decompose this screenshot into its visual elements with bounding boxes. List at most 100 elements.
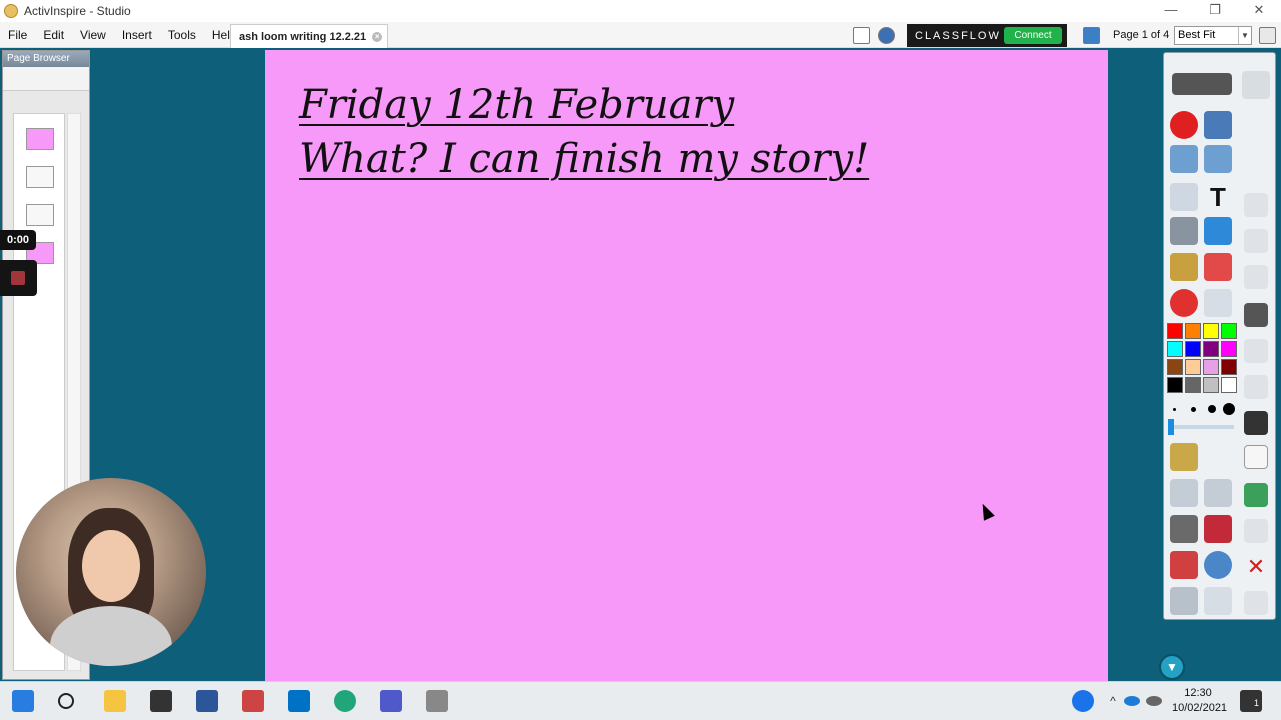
edit-mode-icon[interactable] xyxy=(1244,303,1268,327)
color-swatch[interactable] xyxy=(1167,341,1183,357)
redo-icon[interactable] xyxy=(1204,479,1232,507)
paint-icon[interactable] xyxy=(242,690,264,712)
color-swatch[interactable] xyxy=(1167,377,1183,393)
color-swatch[interactable] xyxy=(1203,341,1219,357)
magic-ink-icon[interactable] xyxy=(1204,289,1232,317)
page-thumbnail[interactable] xyxy=(26,204,54,226)
group-icon[interactable] xyxy=(1244,265,1268,289)
activinspire-menu-icon[interactable] xyxy=(1170,111,1198,139)
restore-button[interactable]: ❐ xyxy=(1193,0,1237,22)
pen-width-slider-handle[interactable] xyxy=(1168,419,1174,435)
chevron-down-icon[interactable]: ▼ xyxy=(1238,27,1251,44)
export-icon[interactable] xyxy=(1244,519,1268,543)
menu-edit[interactable]: Edit xyxy=(35,22,72,48)
page-thumbnail[interactable] xyxy=(26,166,54,188)
close-button[interactable]: ✕ xyxy=(1237,0,1281,22)
color-swatch[interactable] xyxy=(1203,377,1219,393)
file-explorer-icon[interactable] xyxy=(104,690,126,712)
save-icon[interactable] xyxy=(1244,411,1268,435)
pen-width-slider[interactable] xyxy=(1168,425,1234,429)
menu-file[interactable]: File xyxy=(0,22,35,48)
menu-insert[interactable]: Insert xyxy=(114,22,160,48)
pen-width-xlarge[interactable] xyxy=(1223,403,1235,415)
word-icon[interactable] xyxy=(196,690,218,712)
color-swatch[interactable] xyxy=(1167,323,1183,339)
color-swatch[interactable] xyxy=(1185,359,1201,375)
color-swatch[interactable] xyxy=(1221,359,1237,375)
pen-width-large[interactable] xyxy=(1208,405,1216,413)
edge-icon[interactable] xyxy=(334,690,356,712)
cloud-icon[interactable] xyxy=(1146,696,1162,706)
color-swatch[interactable] xyxy=(1203,359,1219,375)
duplicate-icon[interactable] xyxy=(1244,229,1268,253)
previous-page-icon[interactable] xyxy=(1170,145,1198,173)
copy-icon[interactable] xyxy=(1244,339,1268,363)
pen-width-small[interactable] xyxy=(1173,408,1176,411)
fullscreen-icon[interactable] xyxy=(1259,27,1276,44)
color-swatch[interactable] xyxy=(1185,341,1201,357)
select-icon[interactable] xyxy=(1170,183,1198,211)
color-swatch[interactable] xyxy=(1221,323,1237,339)
zoom-select[interactable]: Best Fit ▼ xyxy=(1174,26,1252,45)
eraser-icon[interactable] xyxy=(1204,253,1232,281)
cut-icon[interactable] xyxy=(1244,375,1268,399)
menu-view[interactable]: View xyxy=(72,22,114,48)
sims-icon[interactable] xyxy=(150,690,172,712)
color-swatch[interactable] xyxy=(1167,359,1183,375)
fill-icon[interactable] xyxy=(1170,253,1198,281)
snapshot-icon[interactable] xyxy=(1083,27,1100,44)
profile-icon[interactable] xyxy=(1242,71,1270,99)
paste-icon[interactable] xyxy=(1244,591,1268,615)
activinspire-dashboard-icon[interactable] xyxy=(878,27,895,44)
start-icon[interactable] xyxy=(12,690,34,712)
delete-icon[interactable]: ✕ xyxy=(1244,555,1268,579)
flipchart-objective-line[interactable]: What? I can finish my story! xyxy=(299,136,869,182)
tools-icon[interactable] xyxy=(1204,111,1232,139)
handwriting-icon[interactable] xyxy=(1204,587,1232,615)
expand-toolbox-icon[interactable]: ▼ xyxy=(1159,654,1185,680)
next-page-icon[interactable] xyxy=(1204,145,1232,173)
color-swatch[interactable] xyxy=(1203,323,1219,339)
page-notes-icon[interactable] xyxy=(853,27,870,44)
recording-timer: 0:00 xyxy=(0,230,36,250)
outlook-icon[interactable] xyxy=(288,690,310,712)
layer-icon[interactable] xyxy=(1244,193,1268,217)
text-icon[interactable]: T xyxy=(1204,183,1232,211)
page-thumbnail[interactable] xyxy=(26,128,54,150)
flipchart-page[interactable]: Friday 12th February What? I can finish … xyxy=(265,50,1108,681)
background-icon[interactable] xyxy=(1244,483,1268,507)
color-swatch[interactable] xyxy=(1185,323,1201,339)
magnifier-icon[interactable] xyxy=(1170,587,1198,615)
camera-icon[interactable] xyxy=(1170,551,1198,579)
dice-icon[interactable] xyxy=(1204,515,1232,543)
pen-width-medium[interactable] xyxy=(1191,407,1196,412)
system-clock[interactable]: 12:30 10/02/2021 xyxy=(1172,686,1227,716)
share-icon[interactable] xyxy=(1172,73,1232,95)
minimize-button[interactable]: — xyxy=(1149,0,1193,22)
page-browser-title: Page Browser xyxy=(3,51,89,67)
spotlight-icon[interactable] xyxy=(1204,551,1232,579)
color-swatch[interactable] xyxy=(1221,341,1237,357)
flipchart-date-line[interactable]: Friday 12th February xyxy=(299,82,734,128)
onedrive-icon[interactable] xyxy=(1124,696,1140,706)
activinspire-taskbar-icon[interactable] xyxy=(426,690,448,712)
tab-close-icon[interactable]: × xyxy=(372,31,383,42)
color-swatch[interactable] xyxy=(1221,377,1237,393)
connect-button[interactable]: Connect xyxy=(1004,27,1062,44)
document-tab[interactable]: ash loom writing 12.2.21 × xyxy=(230,24,388,48)
revealer-icon[interactable] xyxy=(1170,515,1198,543)
chevron-up-icon[interactable]: ^ xyxy=(1102,690,1124,712)
search-icon[interactable] xyxy=(58,693,74,709)
resource-library-icon[interactable] xyxy=(1170,443,1198,471)
menu-tools[interactable]: Tools xyxy=(160,22,204,48)
window-title: ActivInspire - Studio xyxy=(24,4,131,18)
undo-icon[interactable] xyxy=(1170,479,1198,507)
help-icon[interactable] xyxy=(1072,690,1094,712)
shape-icon[interactable] xyxy=(1170,289,1198,317)
stop-recording-button[interactable] xyxy=(0,260,37,296)
pen-icon[interactable] xyxy=(1170,217,1198,245)
new-page-icon[interactable] xyxy=(1244,445,1268,469)
teams-icon[interactable] xyxy=(380,690,402,712)
highlighter-icon[interactable] xyxy=(1204,217,1232,245)
color-swatch[interactable] xyxy=(1185,377,1201,393)
